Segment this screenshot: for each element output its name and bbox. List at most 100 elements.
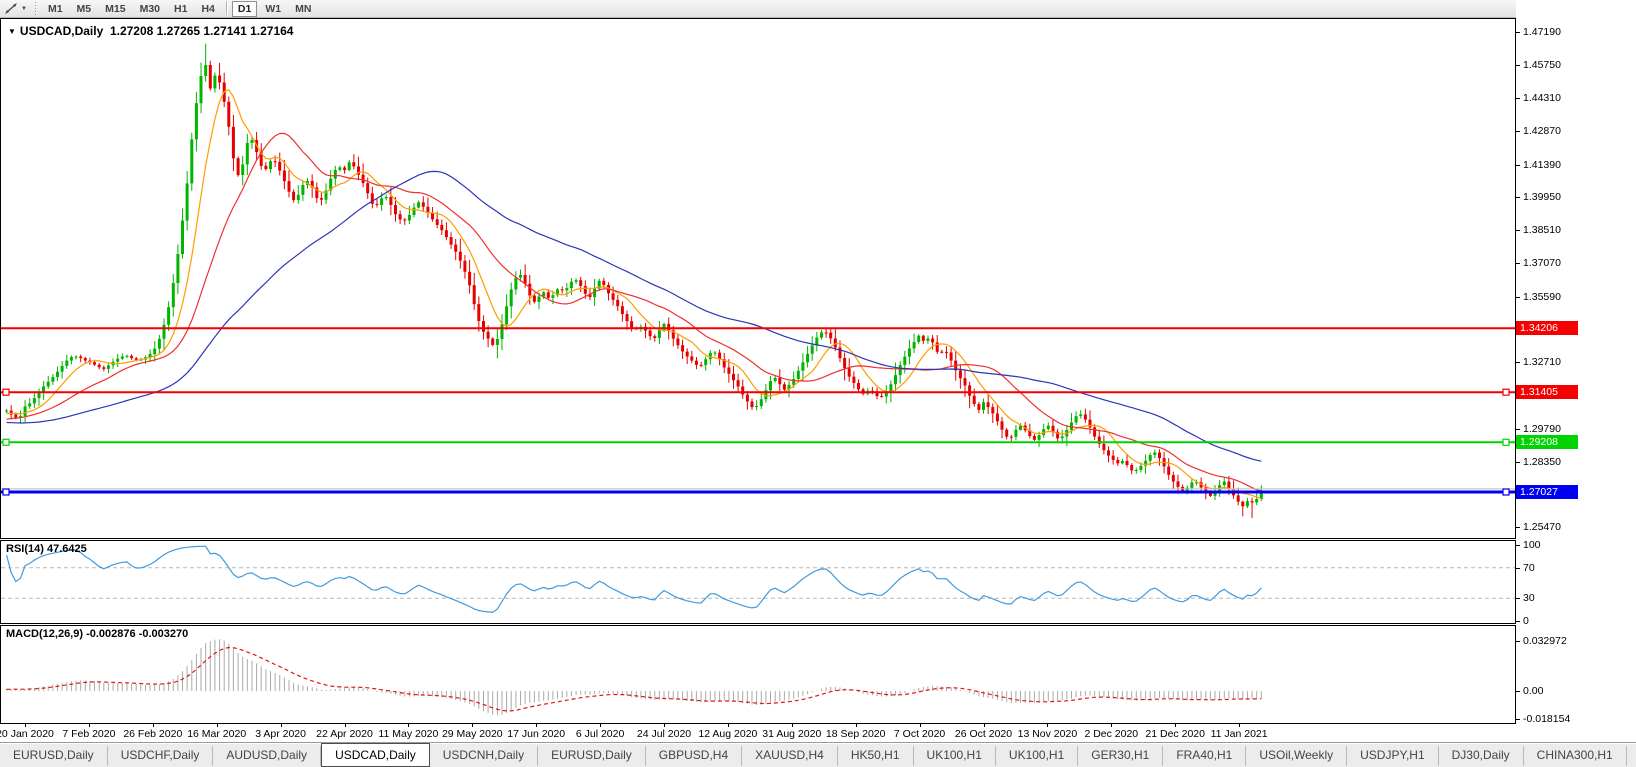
price-tick-label: 1.42870 (1523, 124, 1561, 137)
timeframe-button-w1[interactable]: W1 (259, 1, 287, 17)
date-tick (727, 724, 729, 727)
price-tick-label: 1.38510 (1523, 224, 1561, 237)
date-label: 26 Feb 2020 (123, 728, 183, 740)
axis-tick (1516, 428, 1520, 430)
chart-tab-xauusd-h4[interactable]: XAUUSD,H4 (742, 746, 838, 766)
axis-tick (1516, 164, 1520, 166)
price-tick-label: 1.25470 (1523, 521, 1561, 534)
timeframe-button-h4[interactable]: H4 (195, 1, 220, 17)
axis-tick (1516, 545, 1520, 546)
date-tick (25, 724, 26, 727)
chart-tab-usdchf-daily[interactable]: USDCHF,Daily (108, 746, 214, 766)
date-tick (472, 724, 474, 727)
chart-tabs: EURUSD,Daily USDCHF,Daily AUDUSD,Daily USDC… (0, 743, 1636, 767)
rsi-value: 47.6425 (46, 543, 87, 555)
chevron-down-icon[interactable]: ▼ (8, 27, 16, 36)
price-axis[interactable]: 1.47190 1.45750 1.44310 1.42870 1.41390 1.399… (1516, 0, 1636, 767)
price-tick-label: 1.39950 (1523, 191, 1561, 204)
mt4-window: ▼ M1M5M15M30H1H4D1W1MN ▲ ▼USDCAD,Daily 1… (0, 0, 1636, 767)
chart-tab-gbpusd-h4[interactable]: GBPUSD,H4 (646, 746, 743, 766)
date-tick (983, 724, 985, 727)
timeframe-button-m5[interactable]: M5 (71, 1, 98, 17)
chart-tab-uk100-h1[interactable]: UK100,H1 (914, 746, 996, 766)
axis-tick (1516, 263, 1520, 265)
price-tick-label: 1.47190 (1523, 26, 1561, 39)
chart-tab-audusd-daily[interactable]: AUDUSD,Daily (213, 746, 322, 766)
timeframe-button-d1[interactable]: D1 (231, 0, 258, 17)
chart-tab-ger30-h1[interactable]: GER30,H1 (1078, 746, 1164, 766)
date-label: 12 Aug 2020 (698, 728, 758, 740)
axis-tick (1516, 691, 1520, 692)
chart-tab-eurusd-daily[interactable]: EURUSD,Daily (0, 746, 108, 766)
timeframe-button-m30[interactable]: M30 (134, 1, 166, 17)
axis-tick (1516, 718, 1520, 720)
toolbar-separator (225, 0, 227, 15)
chart-shift-icon (5, 3, 17, 14)
timeframe-button-m1[interactable]: M1 (42, 1, 69, 17)
chart-tab-eurusd-daily[interactable]: EURUSD,Daily (538, 746, 646, 766)
axis-tick (1516, 97, 1520, 99)
axis-tick (1516, 296, 1520, 298)
hline-price-label: 1.29208 (1516, 435, 1578, 450)
chart-tab-usdcad-daily[interactable]: USDCAD,Daily (321, 743, 430, 767)
axis-tick (1516, 362, 1520, 364)
date-label: 21 Dec 2020 (1145, 728, 1205, 740)
chart-tab-usoil-[interactable]: USOil, (1627, 746, 1636, 766)
chart-tab-usdcnh-daily[interactable]: USDCNH,Daily (430, 746, 539, 766)
date-tick (344, 724, 346, 727)
chart-tab-usoil-weekly[interactable]: USOil,Weekly (1246, 746, 1348, 766)
chart-tab-china300-h1[interactable]: CHINA300,H1 (1524, 746, 1627, 766)
macd-axis-label: -0.018154 (1523, 712, 1571, 725)
macd-indicator-label: MACD(12,26,9) -0.002876 -0.003270 (6, 628, 188, 640)
timeframe-toolbar: ▼ M1M5M15M30H1H4D1W1MN ▲ (0, 0, 1636, 18)
rsi-axis-label: 70 (1523, 561, 1535, 574)
main-chart-pane[interactable] (0, 18, 1516, 539)
date-tick (1239, 724, 1241, 727)
axis-tick (1516, 527, 1520, 529)
date-label: 18 Sep 2020 (825, 728, 886, 740)
price-tick-label: 1.32710 (1523, 356, 1561, 369)
price-tick-label: 1.28350 (1523, 455, 1561, 468)
hline-price-label: 1.31405 (1516, 385, 1578, 400)
rsi-indicator-label: RSI(14) 47.6425 (6, 543, 87, 555)
axis-tick (1516, 641, 1520, 642)
date-tick (919, 724, 921, 727)
timeframe-button-mn[interactable]: MN (289, 1, 317, 17)
chart-tab-hk50-h1[interactable]: HK50,H1 (838, 746, 914, 766)
date-tick (1111, 724, 1113, 727)
rsi-axis-label: 100 (1523, 539, 1541, 551)
date-label: 24 Jul 2020 (636, 728, 692, 740)
date-label: 13 Nov 2020 (1017, 728, 1078, 740)
rsi-axis-label: 30 (1523, 592, 1535, 605)
timeframe-button-h1[interactable]: H1 (168, 1, 193, 17)
rsi-pane[interactable] (0, 540, 1516, 624)
macd-pane[interactable] (0, 625, 1516, 724)
axis-tick (1516, 65, 1520, 67)
axis-tick (1516, 567, 1520, 569)
price-tick-label: 1.41390 (1523, 158, 1561, 171)
date-tick (600, 724, 602, 727)
date-tick (536, 724, 538, 727)
date-label: 11 May 2020 (378, 728, 439, 740)
chart-cursor-tool[interactable]: ▼ (0, 2, 30, 15)
price-tick-label: 1.29790 (1523, 422, 1561, 435)
chart-tab-bar: EURUSD,Daily USDCHF,Daily AUDUSD,Daily USDC… (0, 742, 1636, 767)
hline-price-label: 1.34206 (1516, 321, 1578, 336)
hline-price-label: 1.27027 (1516, 484, 1578, 499)
chart-symbol: USDCAD,Daily (19, 24, 104, 38)
timeframe-button-m15[interactable]: M15 (99, 1, 131, 17)
chart-tab-uk100-h1[interactable]: UK100,H1 (996, 746, 1079, 766)
chart-ohlc-values: 1.27208 1.27265 1.27141 1.27164 (109, 24, 294, 38)
date-tick (1047, 724, 1049, 727)
date-tick (280, 724, 282, 727)
chart-tab-fra40-h1[interactable]: FRA40,H1 (1163, 746, 1247, 766)
rsi-axis-label: 0 (1523, 615, 1529, 627)
date-tick (791, 724, 793, 727)
toolbar-grip (32, 1, 38, 16)
date-label: 2 Dec 2020 (1084, 728, 1139, 740)
date-tick (88, 724, 90, 727)
chart-tab-usdjpy-h1[interactable]: USDJPY,H1 (1347, 746, 1439, 766)
chart-tab-dj30-daily[interactable]: DJ30,Daily (1439, 746, 1524, 766)
date-axis[interactable]: 20 Jan 2020 7 Feb 2020 26 Feb 2020 16 Mar 2… (0, 724, 1636, 742)
date-label: 31 Aug 2020 (762, 728, 822, 740)
